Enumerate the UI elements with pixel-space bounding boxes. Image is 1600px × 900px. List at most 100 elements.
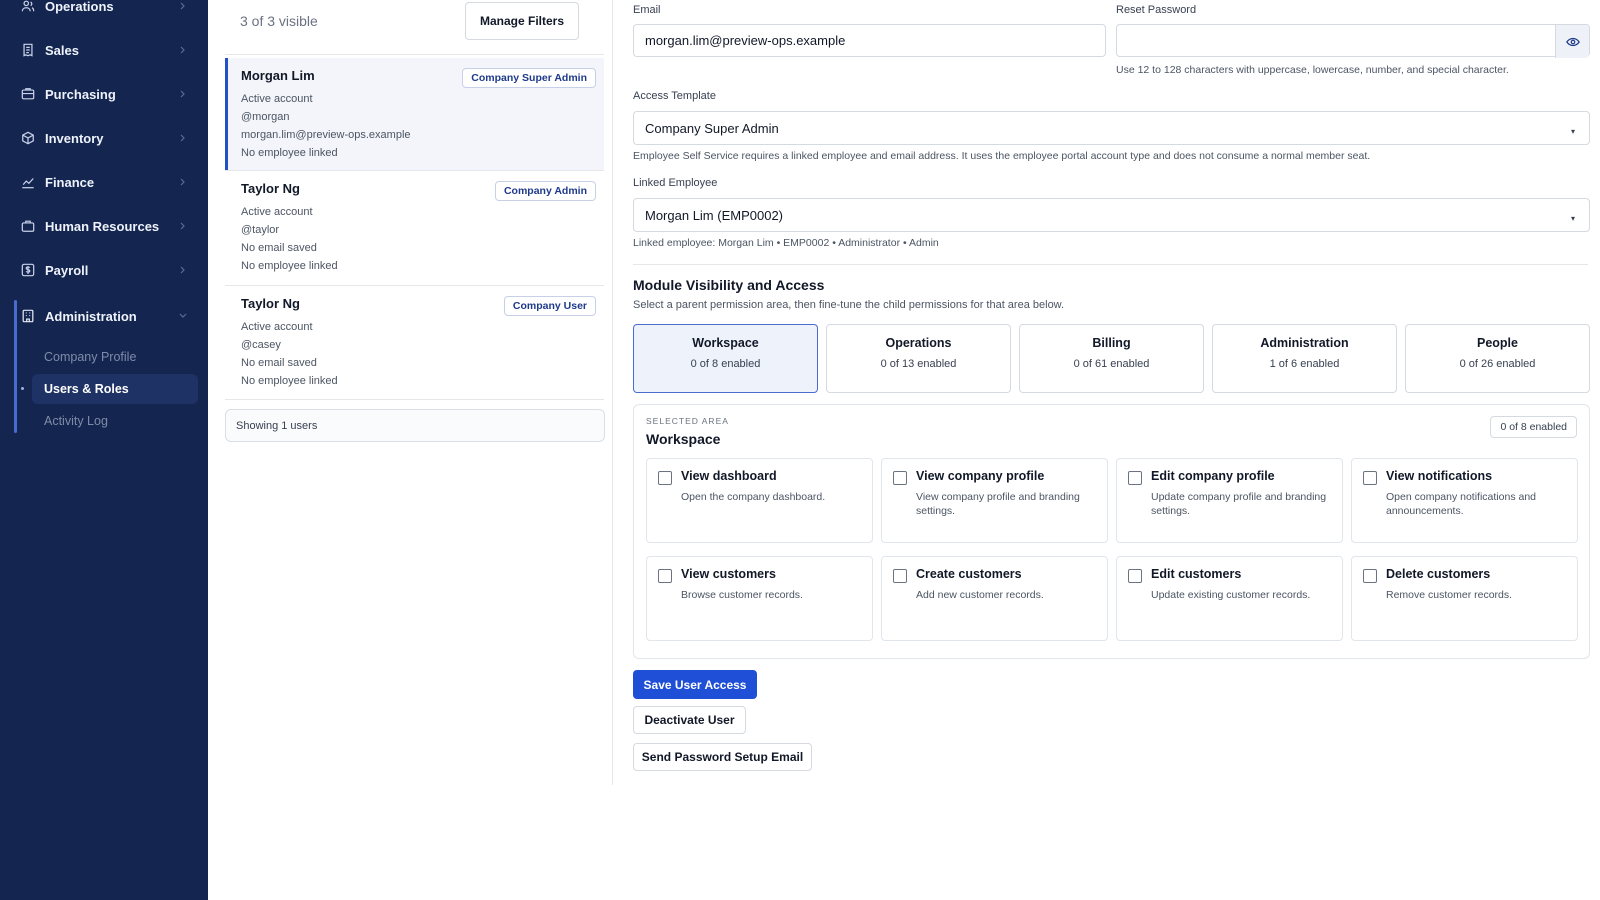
- save-user-access-button[interactable]: Save User Access: [633, 670, 757, 699]
- permission-title: Edit customers: [1151, 567, 1242, 581]
- user-status: Active account: [241, 321, 313, 333]
- area-name: Workspace: [692, 336, 759, 350]
- chart-line-icon: [20, 174, 36, 190]
- user-employee: No employee linked: [241, 260, 338, 272]
- column-divider: [612, 0, 613, 785]
- linked-employee-label: Linked Employee: [633, 177, 718, 189]
- role-badge: Company Super Admin: [462, 68, 596, 88]
- user-name: Taylor Ng: [241, 181, 300, 196]
- sidebar-subitem-company-profile[interactable]: Company Profile: [32, 342, 198, 372]
- checkbox[interactable]: [1128, 471, 1142, 485]
- user-status: Active account: [241, 93, 313, 105]
- bag-icon: [20, 86, 36, 102]
- send-password-setup-button[interactable]: Send Password Setup Email: [633, 743, 812, 771]
- sidebar-item-operations[interactable]: Operations: [0, 0, 208, 24]
- access-template-select[interactable]: Company Super Admin ▾: [633, 111, 1590, 145]
- user-name: Morgan Lim: [241, 68, 315, 83]
- sidebar-item-label: Finance: [45, 174, 95, 190]
- area-count: 0 of 13 enabled: [880, 358, 957, 370]
- permission-create-customers[interactable]: Create customers Add new customer record…: [881, 556, 1108, 641]
- user-email: No email saved: [241, 357, 317, 369]
- user-card[interactable]: Taylor Ng Company Admin Active account @…: [225, 171, 604, 283]
- linked-employee-select[interactable]: Morgan Lim (EMP0002) ▾: [633, 198, 1590, 232]
- linked-employee-value: Morgan Lim (EMP0002): [645, 207, 783, 223]
- access-template-label: Access Template: [633, 90, 716, 102]
- permission-view-company-profile[interactable]: View company profile View company profil…: [881, 458, 1108, 543]
- showing-count: Showing 1 users: [225, 409, 605, 442]
- access-template-value: Company Super Admin: [645, 120, 779, 136]
- area-tab-people[interactable]: People 0 of 26 enabled: [1405, 324, 1590, 393]
- checkbox[interactable]: [1128, 569, 1142, 583]
- area-tab-billing[interactable]: Billing 0 of 61 enabled: [1019, 324, 1204, 393]
- area-tab-workspace[interactable]: Workspace 0 of 8 enabled: [633, 324, 818, 393]
- dollar-icon: [20, 262, 36, 278]
- sidebar-item-label: Inventory: [45, 130, 104, 146]
- sidebar-item-label: Administration: [45, 308, 137, 324]
- area-name: Administration: [1260, 336, 1349, 350]
- chevron-right-icon: [178, 177, 188, 187]
- user-card[interactable]: Morgan Lim Company Super Admin Active ac…: [225, 58, 604, 170]
- checkbox[interactable]: [893, 569, 907, 583]
- sidebar-item-label: Human Resources: [45, 218, 160, 234]
- sidebar-item-finance[interactable]: Finance: [0, 164, 208, 200]
- module-visibility-title: Module Visibility and Access: [633, 277, 825, 293]
- sidebar-item-payroll[interactable]: Payroll: [0, 252, 208, 288]
- permission-view-customers[interactable]: View customers Browse customer records.: [646, 556, 873, 641]
- permission-desc: View company profile and branding settin…: [916, 491, 1080, 517]
- checkbox[interactable]: [658, 569, 672, 583]
- area-name: Billing: [1092, 336, 1131, 350]
- box-icon: [20, 130, 36, 146]
- area-tab-operations[interactable]: Operations 0 of 13 enabled: [826, 324, 1011, 393]
- user-email: morgan.lim@preview-ops.example: [241, 129, 411, 141]
- user-card[interactable]: Taylor Ng Company User Active account @c…: [225, 286, 604, 398]
- email-label: Email: [633, 4, 661, 16]
- permission-desc: Open the company dashboard.: [681, 491, 826, 503]
- chevron-down-icon: ▾: [1570, 214, 1575, 223]
- sidebar-item-human-resources[interactable]: Human Resources: [0, 208, 208, 244]
- password-help: Use 12 to 128 characters with uppercase,…: [1116, 64, 1509, 76]
- permission-desc: Update company profile and branding sett…: [1151, 491, 1327, 517]
- sidebar-item-inventory[interactable]: Inventory: [0, 120, 208, 156]
- users-icon: [20, 0, 36, 14]
- role-badge: Company User: [503, 296, 596, 316]
- area-tab-administration[interactable]: Administration 1 of 6 enabled: [1212, 324, 1397, 393]
- permission-desc: Browse customer records.: [681, 589, 803, 601]
- user-name: Taylor Ng: [241, 296, 300, 311]
- sidebar-item-label: Operations: [45, 0, 114, 14]
- sidebar-subitem-activity-log[interactable]: Activity Log: [32, 406, 198, 436]
- checkbox[interactable]: [1363, 569, 1377, 583]
- deactivate-user-button[interactable]: Deactivate User: [633, 706, 746, 734]
- email-value: morgan.lim@preview-ops.example: [645, 33, 846, 48]
- chevron-down-icon: ▾: [1570, 127, 1575, 136]
- manage-filters-button[interactable]: Manage Filters: [465, 2, 579, 40]
- divider: [633, 264, 1588, 265]
- permission-title: View dashboard: [681, 469, 777, 483]
- selected-area-title: Workspace: [646, 431, 721, 447]
- permission-edit-company-profile[interactable]: Edit company profile Update company prof…: [1116, 458, 1343, 543]
- user-status: Active account: [241, 206, 313, 218]
- linked-employee-help: Linked employee: Morgan Lim • EMP0002 • …: [633, 237, 939, 249]
- permission-view-dashboard[interactable]: View dashboard Open the company dashboar…: [646, 458, 873, 543]
- sidebar-item-sales[interactable]: Sales: [0, 32, 208, 68]
- sidebar: Operations Sales Purchasing Inventory Fi…: [0, 0, 208, 900]
- permission-view-notifications[interactable]: View notifications Open company notifica…: [1351, 458, 1578, 543]
- permission-title: Create customers: [916, 567, 1022, 581]
- sidebar-item-label: Sales: [45, 42, 79, 58]
- sidebar-subitem-users-roles[interactable]: Users & Roles: [32, 374, 198, 404]
- area-name: People: [1477, 336, 1518, 350]
- show-password-button[interactable]: [1555, 25, 1589, 58]
- permission-title: View customers: [681, 567, 776, 581]
- checkbox[interactable]: [893, 471, 907, 485]
- permission-desc: Open company notifications and announcem…: [1386, 491, 1537, 517]
- checkbox[interactable]: [658, 471, 672, 485]
- sidebar-item-purchasing[interactable]: Purchasing: [0, 76, 208, 112]
- permission-title: View company profile: [916, 469, 1045, 483]
- permission-delete-customers[interactable]: Delete customers Remove customer records…: [1351, 556, 1578, 641]
- area-count: 1 of 6 enabled: [1269, 358, 1340, 370]
- permission-edit-customers[interactable]: Edit customers Update existing customer …: [1116, 556, 1343, 641]
- user-username: @morgan: [241, 111, 290, 123]
- sidebar-item-administration[interactable]: Administration: [0, 298, 208, 334]
- reset-password-field[interactable]: [1116, 24, 1590, 58]
- email-field[interactable]: morgan.lim@preview-ops.example: [633, 24, 1106, 57]
- checkbox[interactable]: [1363, 471, 1377, 485]
